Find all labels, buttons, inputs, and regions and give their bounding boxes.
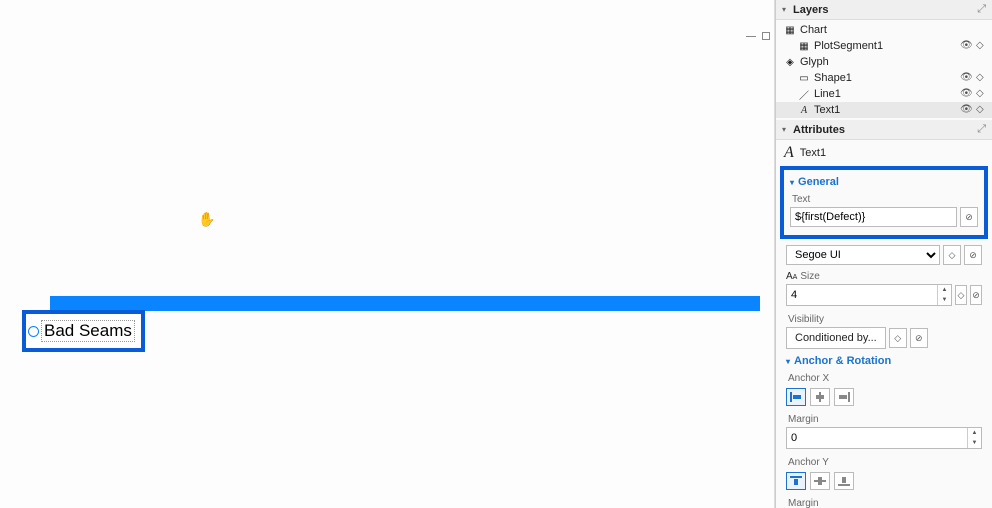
eye-icon[interactable]: 👁: [960, 40, 972, 52]
font-size-icon: AA: [786, 271, 797, 282]
layer-shape[interactable]: ▭ Shape1 👁 ◇: [776, 70, 992, 86]
text-mark-selection[interactable]: Bad Seams: [22, 310, 145, 352]
anchor-x-buttons: [786, 386, 982, 410]
layer-chart[interactable]: ▦ Chart: [776, 22, 992, 38]
layer-line[interactable]: ／ Line1 👁 ◇: [776, 86, 992, 102]
layers-title: Layers: [793, 4, 977, 16]
text-mark-label[interactable]: Bad Seams: [41, 320, 135, 342]
bar-shape[interactable]: [50, 296, 760, 311]
attributes-selected-label: Text1: [800, 147, 826, 159]
chevron-down-icon: ▾: [790, 178, 794, 187]
bind-icon[interactable]: ⊘: [970, 285, 982, 305]
margin-x-label: Margin: [786, 410, 982, 427]
canvas-window-controls: [746, 32, 770, 40]
anchor-y-label: Anchor Y: [786, 453, 982, 470]
bind-icon[interactable]: ⊘: [960, 207, 978, 227]
shape-icon: ▭: [798, 72, 810, 84]
pin-icon[interactable]: ⤢: [977, 3, 986, 16]
layer-plotsegment[interactable]: ▦ PlotSegment1 👁 ◇: [776, 38, 992, 54]
bind-icon[interactable]: ⊘: [910, 328, 928, 348]
anchor-y-top-button[interactable]: [786, 472, 806, 490]
canvas-area[interactable]: Bad Seams ✋: [0, 0, 775, 508]
attributes-selected-row: A Text1: [776, 140, 992, 166]
eraser-icon[interactable]: ◇: [976, 72, 988, 84]
anchor-x-center-button[interactable]: [810, 388, 830, 406]
margin-y-label: Margin: [786, 494, 982, 508]
general-section-header[interactable]: ▾ General: [790, 174, 978, 190]
layers-panel-header[interactable]: ▾ Layers ⤢: [776, 0, 992, 20]
eraser-icon[interactable]: ◇: [976, 40, 988, 52]
bind-icon[interactable]: ⊘: [964, 245, 982, 265]
eraser-icon[interactable]: ◇: [976, 104, 988, 116]
anchor-section-header[interactable]: ▾ Anchor & Rotation: [786, 353, 982, 369]
chevron-down-icon: ▾: [786, 357, 790, 366]
eraser-icon[interactable]: ◇: [976, 88, 988, 100]
rotate-handle-icon[interactable]: [28, 326, 39, 337]
chart-icon: ▦: [784, 24, 796, 36]
size-spinner[interactable]: ▲▼: [937, 285, 951, 305]
pin-icon[interactable]: ⤢: [977, 123, 986, 136]
attributes-title: Attributes: [793, 124, 977, 136]
text-prop-label: Text: [790, 190, 978, 207]
margin-x-spinner[interactable]: ▲▼: [967, 428, 981, 448]
chevron-down-icon: ▾: [782, 5, 790, 14]
eye-icon[interactable]: 👁: [960, 88, 972, 100]
conditioned-by-button[interactable]: Conditioned by...: [786, 327, 886, 349]
glyph-icon: ◈: [784, 56, 796, 68]
layer-glyph[interactable]: ◈ Glyph: [776, 54, 992, 70]
margin-x-input[interactable]: ▲▼: [786, 427, 982, 449]
anchor-x-label: Anchor X: [786, 369, 982, 386]
text-type-icon: A: [784, 144, 794, 162]
clear-icon[interactable]: ◇: [889, 328, 907, 348]
eye-icon[interactable]: 👁: [960, 104, 972, 116]
text-input[interactable]: [790, 207, 957, 227]
chevron-down-icon: ▾: [782, 125, 790, 134]
side-panel: ▾ Layers ⤢ ▦ Chart ▦ PlotSegment1 👁 ◇ ◈ …: [775, 0, 992, 508]
size-input[interactable]: ▲▼: [786, 284, 952, 306]
anchor-y-middle-button[interactable]: [810, 472, 830, 490]
layer-text[interactable]: A Text1 👁 ◇: [776, 102, 992, 118]
maximize-icon[interactable]: [762, 32, 770, 40]
line-icon: ／: [798, 88, 810, 100]
text-icon: A: [798, 104, 810, 116]
minimize-icon[interactable]: [746, 36, 756, 37]
general-section-highlight: ▾ General Text ⊘: [780, 166, 988, 239]
size-label: Size: [800, 271, 819, 282]
eye-icon[interactable]: 👁: [960, 72, 972, 84]
anchor-y-buttons: [786, 470, 982, 494]
clear-icon[interactable]: ◇: [943, 245, 961, 265]
visibility-label: Visibility: [786, 310, 982, 327]
attributes-panel-header[interactable]: ▾ Attributes ⤢: [776, 120, 992, 140]
plotsegment-icon: ▦: [798, 40, 810, 52]
anchor-x-right-button[interactable]: [834, 388, 854, 406]
layers-tree: ▦ Chart ▦ PlotSegment1 👁 ◇ ◈ Glyph ▭ Sha…: [776, 20, 992, 120]
anchor-x-left-button[interactable]: [786, 388, 806, 406]
clear-icon[interactable]: ◇: [955, 285, 967, 305]
font-select[interactable]: Segoe UI: [786, 245, 940, 265]
anchor-y-bottom-button[interactable]: [834, 472, 854, 490]
hand-cursor-icon: ✋: [198, 211, 215, 228]
